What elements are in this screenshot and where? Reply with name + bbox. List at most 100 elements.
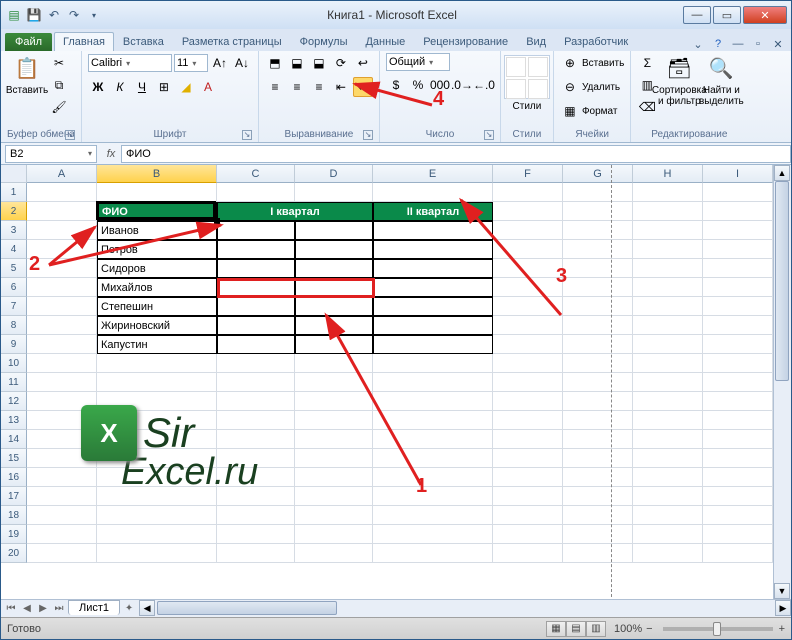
tab-nav-next-icon[interactable]: ▶ <box>35 601 51 617</box>
cell-styles-button[interactable]: Стили <box>507 53 547 114</box>
cell-H1[interactable] <box>633 183 703 202</box>
split-line[interactable] <box>611 165 612 617</box>
cell-G16[interactable] <box>563 468 633 487</box>
table-cell-q1b-4[interactable] <box>295 297 373 316</box>
row-header-8[interactable]: 8 <box>1 316 27 335</box>
redo-icon[interactable]: ↷ <box>65 6 83 24</box>
cut-icon[interactable]: ✂ <box>49 53 69 73</box>
cell-I11[interactable] <box>703 373 773 392</box>
cell-A9[interactable] <box>27 335 97 354</box>
tab-review[interactable]: Рецензирование <box>414 32 517 51</box>
insert-label[interactable]: Вставить <box>582 58 624 69</box>
table-cell-name-5[interactable]: Жириновский <box>97 316 217 335</box>
zoom-level[interactable]: 100% <box>614 623 642 635</box>
fill-color-icon[interactable]: ◢ <box>176 77 196 97</box>
zoom-in-icon[interactable]: + <box>779 623 785 635</box>
cell-A4[interactable] <box>27 240 97 259</box>
undo-icon[interactable]: ↶ <box>45 6 63 24</box>
table-cell-q1b-3[interactable] <box>295 278 373 297</box>
cell-A5[interactable] <box>27 259 97 278</box>
cell-B18[interactable] <box>97 506 217 525</box>
find-select-button[interactable]: 🔍 Найти и выделить <box>701 53 741 109</box>
row-header-4[interactable]: 4 <box>1 240 27 259</box>
table-cell-name-3[interactable]: Михайлов <box>97 278 217 297</box>
table-cell-q1b-5[interactable] <box>295 316 373 335</box>
cell-D14[interactable] <box>295 430 373 449</box>
cell-B19[interactable] <box>97 525 217 544</box>
cell-G10[interactable] <box>563 354 633 373</box>
table-cell-q1b-0[interactable] <box>295 221 373 240</box>
cell-I2[interactable] <box>703 202 773 221</box>
row-header-19[interactable]: 19 <box>1 525 27 544</box>
cell-A7[interactable] <box>27 297 97 316</box>
col-header-A[interactable]: A <box>27 165 97 183</box>
tab-insert[interactable]: Вставка <box>114 32 173 51</box>
tab-home[interactable]: Главная <box>54 32 114 51</box>
alignment-dialog-icon[interactable]: ↘ <box>363 130 373 140</box>
cell-H12[interactable] <box>633 392 703 411</box>
table-cell-q1a-2[interactable] <box>217 259 295 278</box>
table-header-q2[interactable]: II квартал <box>373 202 493 221</box>
cell-F6[interactable] <box>493 278 563 297</box>
decrease-decimal-icon[interactable]: ←.0 <box>474 75 494 95</box>
increase-decimal-icon[interactable]: .0→ <box>452 75 472 95</box>
vertical-scrollbar[interactable]: ▲ ▼ <box>773 165 791 599</box>
table-cell-q2-5[interactable] <box>373 316 493 335</box>
cell-F3[interactable] <box>493 221 563 240</box>
cell-G9[interactable] <box>563 335 633 354</box>
table-cell-name-2[interactable]: Сидоров <box>97 259 217 278</box>
scroll-right-icon[interactable]: ▶ <box>775 600 791 616</box>
increase-font-icon[interactable]: A↑ <box>210 53 230 73</box>
fx-icon[interactable]: fx <box>101 145 121 163</box>
cell-I5[interactable] <box>703 259 773 278</box>
row-header-17[interactable]: 17 <box>1 487 27 506</box>
cell-A18[interactable] <box>27 506 97 525</box>
table-cell-q2-1[interactable] <box>373 240 493 259</box>
percent-icon[interactable]: % <box>408 75 428 95</box>
orientation-icon[interactable]: ⟳ <box>331 53 351 73</box>
cell-E1[interactable] <box>373 183 493 202</box>
workbook-close-icon[interactable]: ✕ <box>771 37 785 51</box>
table-header-fio[interactable]: ФИО <box>97 202 217 221</box>
cell-D10[interactable] <box>295 354 373 373</box>
cell-H9[interactable] <box>633 335 703 354</box>
cell-H18[interactable] <box>633 506 703 525</box>
row-header-3[interactable]: 3 <box>1 221 27 240</box>
cell-G5[interactable] <box>563 259 633 278</box>
tab-developer[interactable]: Разработчик <box>555 32 637 51</box>
decrease-font-icon[interactable]: A↓ <box>232 53 252 73</box>
cell-B11[interactable] <box>97 373 217 392</box>
font-size-combo[interactable]: 11▾ <box>174 54 208 72</box>
table-cell-q1b-1[interactable] <box>295 240 373 259</box>
cell-B10[interactable] <box>97 354 217 373</box>
close-button[interactable]: ✕ <box>743 6 787 24</box>
row-header-11[interactable]: 11 <box>1 373 27 392</box>
col-header-H[interactable]: H <box>633 165 703 183</box>
col-header-C[interactable]: C <box>217 165 295 183</box>
tab-nav-first-icon[interactable]: ⏮ <box>3 601 19 617</box>
cell-F15[interactable] <box>493 449 563 468</box>
row-header-20[interactable]: 20 <box>1 544 27 563</box>
col-header-E[interactable]: E <box>373 165 493 183</box>
name-box[interactable]: B2▾ <box>5 145 97 163</box>
align-middle-icon[interactable]: ⬓ <box>287 53 307 73</box>
align-bottom-icon[interactable]: ⬓ <box>309 53 329 73</box>
excel-icon[interactable]: ▤ <box>5 6 23 24</box>
delete-label[interactable]: Удалить <box>582 82 620 93</box>
cell-E19[interactable] <box>373 525 493 544</box>
hscroll-thumb[interactable] <box>157 601 337 615</box>
save-icon[interactable]: 💾 <box>25 6 43 24</box>
cell-G15[interactable] <box>563 449 633 468</box>
cell-H5[interactable] <box>633 259 703 278</box>
cell-A1[interactable] <box>27 183 97 202</box>
cell-H19[interactable] <box>633 525 703 544</box>
cell-E20[interactable] <box>373 544 493 563</box>
sheet-tab[interactable]: Лист1 <box>68 600 120 615</box>
cell-G6[interactable] <box>563 278 633 297</box>
font-dialog-icon[interactable]: ↘ <box>242 130 252 140</box>
format-label[interactable]: Формат <box>582 106 618 117</box>
decrease-indent-icon[interactable]: ⇤ <box>331 77 351 97</box>
cell-G20[interactable] <box>563 544 633 563</box>
format-cells-icon[interactable]: ▦ <box>560 101 580 121</box>
row-header-14[interactable]: 14 <box>1 430 27 449</box>
